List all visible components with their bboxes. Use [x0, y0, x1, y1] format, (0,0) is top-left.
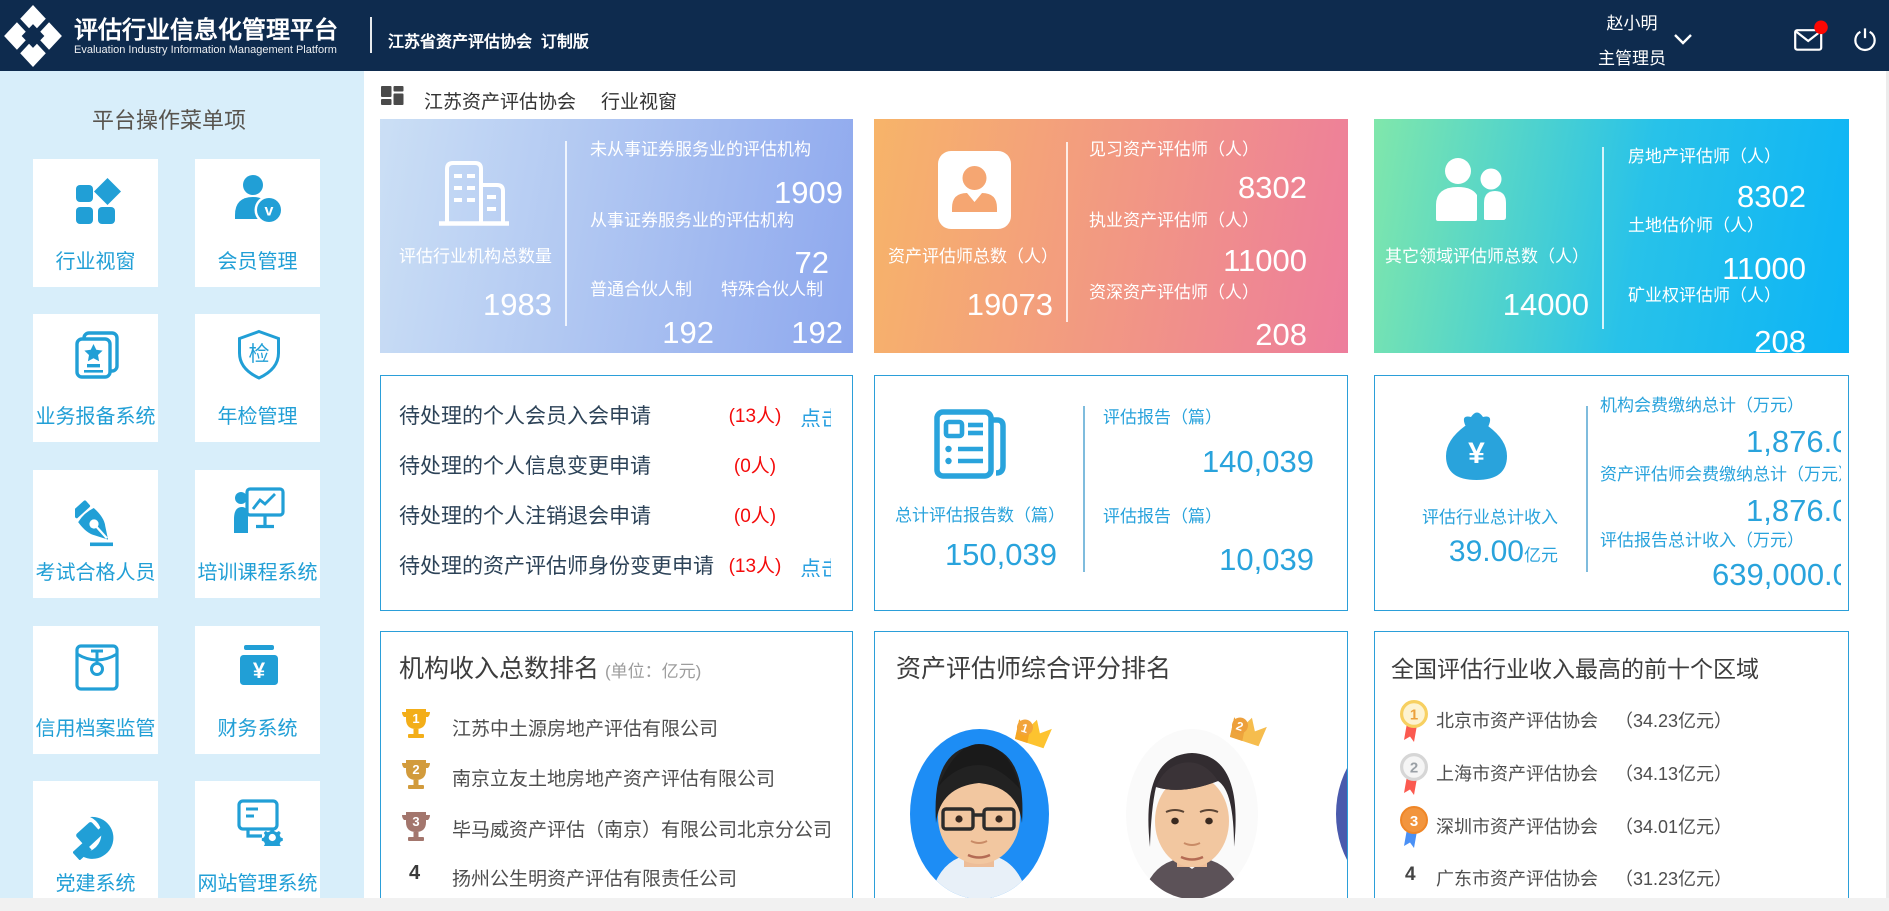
svg-text:1: 1	[412, 711, 419, 726]
svg-text:2: 2	[412, 762, 419, 777]
svg-text:¥: ¥	[1468, 437, 1485, 470]
svg-text:¥: ¥	[253, 658, 266, 683]
svg-text:1: 1	[1410, 707, 1418, 724]
svg-text:v: v	[265, 203, 274, 220]
svg-text:检: 检	[249, 343, 270, 366]
svg-text:3: 3	[1410, 813, 1418, 830]
svg-text:2: 2	[1410, 760, 1418, 777]
svg-text:3: 3	[412, 814, 419, 829]
